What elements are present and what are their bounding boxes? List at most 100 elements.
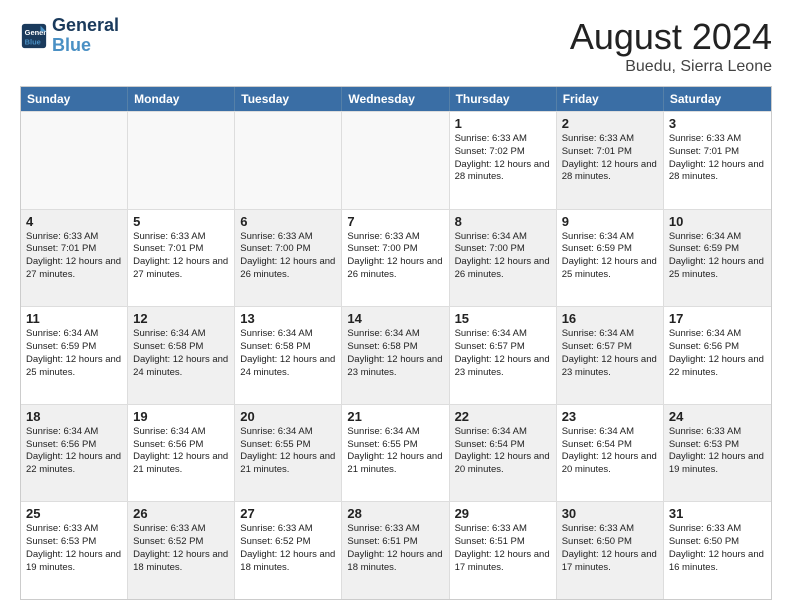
calendar: SundayMondayTuesdayWednesdayThursdayFrid… (20, 86, 772, 600)
day-cell-10: 10Sunrise: 6:34 AMSunset: 6:59 PMDayligh… (664, 210, 771, 307)
empty-cell (342, 112, 449, 209)
sunrise-text: Sunrise: 6:33 AM (26, 523, 122, 536)
sunrise-text: Sunrise: 6:33 AM (133, 523, 229, 536)
day-number: 10 (669, 214, 766, 229)
daylight-text: Daylight: 12 hours and 28 minutes. (562, 159, 658, 185)
logo-line1: General (52, 15, 119, 35)
day-cell-8: 8Sunrise: 6:34 AMSunset: 7:00 PMDaylight… (450, 210, 557, 307)
day-cell-5: 5Sunrise: 6:33 AMSunset: 7:01 PMDaylight… (128, 210, 235, 307)
day-cell-26: 26Sunrise: 6:33 AMSunset: 6:52 PMDayligh… (128, 502, 235, 599)
sunrise-text: Sunrise: 6:34 AM (26, 328, 122, 341)
calendar-row-1: 4Sunrise: 6:33 AMSunset: 7:01 PMDaylight… (21, 209, 771, 307)
sunset-text: Sunset: 6:50 PM (562, 536, 658, 549)
day-cell-13: 13Sunrise: 6:34 AMSunset: 6:58 PMDayligh… (235, 307, 342, 404)
day-number: 14 (347, 311, 443, 326)
calendar-body: 1Sunrise: 6:33 AMSunset: 7:02 PMDaylight… (21, 111, 771, 599)
empty-cell (235, 112, 342, 209)
daylight-text: Daylight: 12 hours and 26 minutes. (347, 256, 443, 282)
subtitle: Buedu, Sierra Leone (570, 58, 772, 76)
header-day-sunday: Sunday (21, 87, 128, 111)
sunrise-text: Sunrise: 6:33 AM (240, 231, 336, 244)
daylight-text: Daylight: 12 hours and 28 minutes. (669, 159, 766, 185)
sunrise-text: Sunrise: 6:34 AM (133, 426, 229, 439)
day-cell-9: 9Sunrise: 6:34 AMSunset: 6:59 PMDaylight… (557, 210, 664, 307)
sunrise-text: Sunrise: 6:33 AM (562, 133, 658, 146)
logo-line2: Blue (52, 35, 91, 55)
day-cell-30: 30Sunrise: 6:33 AMSunset: 6:50 PMDayligh… (557, 502, 664, 599)
daylight-text: Daylight: 12 hours and 21 minutes. (240, 451, 336, 477)
sunset-text: Sunset: 7:01 PM (562, 146, 658, 159)
day-number: 9 (562, 214, 658, 229)
sunrise-text: Sunrise: 6:33 AM (455, 523, 551, 536)
sunset-text: Sunset: 7:00 PM (347, 243, 443, 256)
day-cell-24: 24Sunrise: 6:33 AMSunset: 6:53 PMDayligh… (664, 405, 771, 502)
daylight-text: Daylight: 12 hours and 17 minutes. (562, 549, 658, 575)
day-number: 7 (347, 214, 443, 229)
sunset-text: Sunset: 6:55 PM (240, 439, 336, 452)
day-cell-20: 20Sunrise: 6:34 AMSunset: 6:55 PMDayligh… (235, 405, 342, 502)
day-number: 20 (240, 409, 336, 424)
sunrise-text: Sunrise: 6:33 AM (562, 523, 658, 536)
daylight-text: Daylight: 12 hours and 26 minutes. (240, 256, 336, 282)
calendar-row-2: 11Sunrise: 6:34 AMSunset: 6:59 PMDayligh… (21, 306, 771, 404)
daylight-text: Daylight: 12 hours and 17 minutes. (455, 549, 551, 575)
header-day-wednesday: Wednesday (342, 87, 449, 111)
header: General Blue General Blue August 2024 Bu… (20, 16, 772, 76)
sunset-text: Sunset: 6:59 PM (26, 341, 122, 354)
sunrise-text: Sunrise: 6:33 AM (455, 133, 551, 146)
day-cell-31: 31Sunrise: 6:33 AMSunset: 6:50 PMDayligh… (664, 502, 771, 599)
header-day-saturday: Saturday (664, 87, 771, 111)
day-number: 25 (26, 506, 122, 521)
header-day-friday: Friday (557, 87, 664, 111)
sunset-text: Sunset: 6:58 PM (133, 341, 229, 354)
daylight-text: Daylight: 12 hours and 24 minutes. (133, 354, 229, 380)
sunrise-text: Sunrise: 6:34 AM (455, 328, 551, 341)
day-cell-12: 12Sunrise: 6:34 AMSunset: 6:58 PMDayligh… (128, 307, 235, 404)
day-number: 26 (133, 506, 229, 521)
sunset-text: Sunset: 6:56 PM (26, 439, 122, 452)
calendar-row-3: 18Sunrise: 6:34 AMSunset: 6:56 PMDayligh… (21, 404, 771, 502)
day-number: 27 (240, 506, 336, 521)
header-day-monday: Monday (128, 87, 235, 111)
daylight-text: Daylight: 12 hours and 23 minutes. (347, 354, 443, 380)
daylight-text: Daylight: 12 hours and 25 minutes. (562, 256, 658, 282)
sunrise-text: Sunrise: 6:33 AM (669, 426, 766, 439)
sunset-text: Sunset: 7:00 PM (455, 243, 551, 256)
header-day-thursday: Thursday (450, 87, 557, 111)
daylight-text: Daylight: 12 hours and 23 minutes. (562, 354, 658, 380)
header-day-tuesday: Tuesday (235, 87, 342, 111)
day-cell-27: 27Sunrise: 6:33 AMSunset: 6:52 PMDayligh… (235, 502, 342, 599)
calendar-row-4: 25Sunrise: 6:33 AMSunset: 6:53 PMDayligh… (21, 501, 771, 599)
title-block: August 2024 Buedu, Sierra Leone (570, 16, 772, 76)
sunset-text: Sunset: 7:01 PM (26, 243, 122, 256)
day-number: 2 (562, 116, 658, 131)
daylight-text: Daylight: 12 hours and 16 minutes. (669, 549, 766, 575)
sunset-text: Sunset: 7:01 PM (669, 146, 766, 159)
daylight-text: Daylight: 12 hours and 22 minutes. (669, 354, 766, 380)
day-number: 5 (133, 214, 229, 229)
sunset-text: Sunset: 6:57 PM (455, 341, 551, 354)
day-cell-16: 16Sunrise: 6:34 AMSunset: 6:57 PMDayligh… (557, 307, 664, 404)
logo-icon: General Blue (20, 22, 48, 50)
sunset-text: Sunset: 6:57 PM (562, 341, 658, 354)
day-number: 3 (669, 116, 766, 131)
daylight-text: Daylight: 12 hours and 25 minutes. (26, 354, 122, 380)
svg-text:Blue: Blue (25, 37, 41, 46)
sunrise-text: Sunrise: 6:34 AM (347, 426, 443, 439)
calendar-row-0: 1Sunrise: 6:33 AMSunset: 7:02 PMDaylight… (21, 111, 771, 209)
page: General Blue General Blue August 2024 Bu… (0, 0, 792, 612)
calendar-header: SundayMondayTuesdayWednesdayThursdayFrid… (21, 87, 771, 111)
daylight-text: Daylight: 12 hours and 18 minutes. (133, 549, 229, 575)
logo-text: General Blue (52, 16, 119, 56)
day-cell-15: 15Sunrise: 6:34 AMSunset: 6:57 PMDayligh… (450, 307, 557, 404)
day-cell-11: 11 Sunrise: 6:34 AMSunset: 6:59 PMDayligh… (21, 307, 128, 404)
day-number: 29 (455, 506, 551, 521)
day-number: 23 (562, 409, 658, 424)
day-number: 11 (26, 311, 122, 326)
daylight-text: Daylight: 12 hours and 20 minutes. (562, 451, 658, 477)
sunrise-text: Sunrise: 6:34 AM (562, 426, 658, 439)
day-cell-28: 28Sunrise: 6:33 AMSunset: 6:51 PMDayligh… (342, 502, 449, 599)
sunset-text: Sunset: 6:54 PM (455, 439, 551, 452)
sunrise-text: Sunrise: 6:34 AM (669, 231, 766, 244)
sunrise-text: Sunrise: 6:34 AM (347, 328, 443, 341)
